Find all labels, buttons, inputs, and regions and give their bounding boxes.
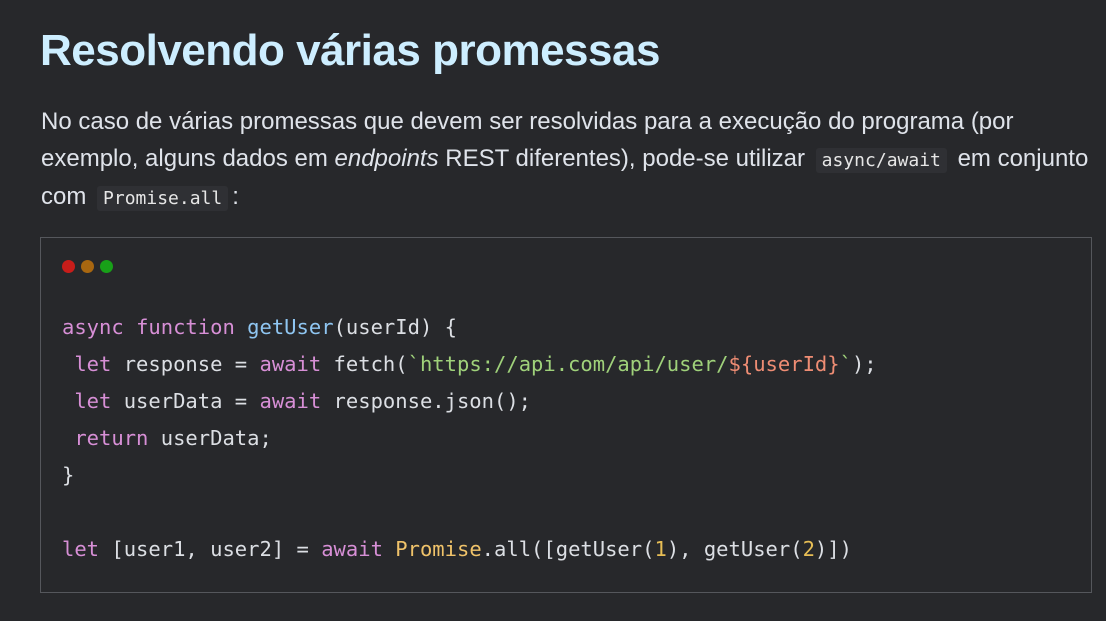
code-token: userData; xyxy=(148,426,272,450)
code-token: async xyxy=(62,315,124,339)
intro-paragraph: No caso de várias promessas que devem se… xyxy=(41,104,1091,218)
inline-code-async-await: async/await xyxy=(815,147,947,173)
code-token: )]) xyxy=(814,537,852,561)
red-dot-icon xyxy=(62,260,75,273)
code-token: ), getUser( xyxy=(666,537,803,561)
window-controls xyxy=(62,260,113,273)
inline-code-promise-all: Promise.all xyxy=(97,186,229,211)
code-token: return xyxy=(74,426,149,450)
code-line-3: let userData = await response.json(); xyxy=(62,383,877,420)
emphasis-endpoints: endpoints xyxy=(334,144,439,172)
code-token: `https://api.com/api/user/ xyxy=(407,352,729,376)
code-token: ${userId} xyxy=(728,352,840,376)
code-token: [user1, user2] = xyxy=(99,537,322,561)
paragraph-text: : xyxy=(232,183,239,210)
code-token: getUser xyxy=(247,315,334,339)
yellow-dot-icon xyxy=(81,260,94,273)
code-token: 2 xyxy=(802,537,815,561)
code-token: response = xyxy=(111,352,260,376)
code-block: async function getUser(userId) { let res… xyxy=(40,237,1092,593)
code-token: let xyxy=(62,537,100,561)
code-token: fetch( xyxy=(321,352,408,376)
code-token: response.json(); xyxy=(321,389,532,413)
code-token: let xyxy=(74,352,112,376)
code-token: await xyxy=(259,389,322,413)
code-line-6: let [user1, user2] = await Promise.all([… xyxy=(62,531,877,568)
paragraph-text: REST diferentes), pode-se utilizar xyxy=(438,144,805,172)
code-token: function xyxy=(136,315,235,339)
code-token: await xyxy=(321,537,383,561)
code-token: ` xyxy=(839,352,852,376)
code-token: let xyxy=(74,389,112,413)
code-token: 1 xyxy=(654,537,667,561)
code-token: (userId) { xyxy=(333,315,457,339)
code-line-4: return userData; xyxy=(62,420,877,457)
green-dot-icon xyxy=(100,260,113,273)
code-line-2: let response = await fetch(`https://api.… xyxy=(62,346,877,383)
code-token: } xyxy=(62,463,75,487)
code-line-5: } xyxy=(62,457,877,494)
code-content: async function getUser(userId) { let res… xyxy=(62,309,877,568)
page-title: Resolvendo várias promessas xyxy=(40,26,660,75)
code-token: ); xyxy=(851,352,877,376)
code-line-1: async function getUser(userId) { xyxy=(62,309,877,346)
code-token: Promise xyxy=(395,537,482,561)
code-token: .all([getUser( xyxy=(481,537,655,561)
code-token: userData = xyxy=(111,389,260,413)
code-token: await xyxy=(259,352,322,376)
